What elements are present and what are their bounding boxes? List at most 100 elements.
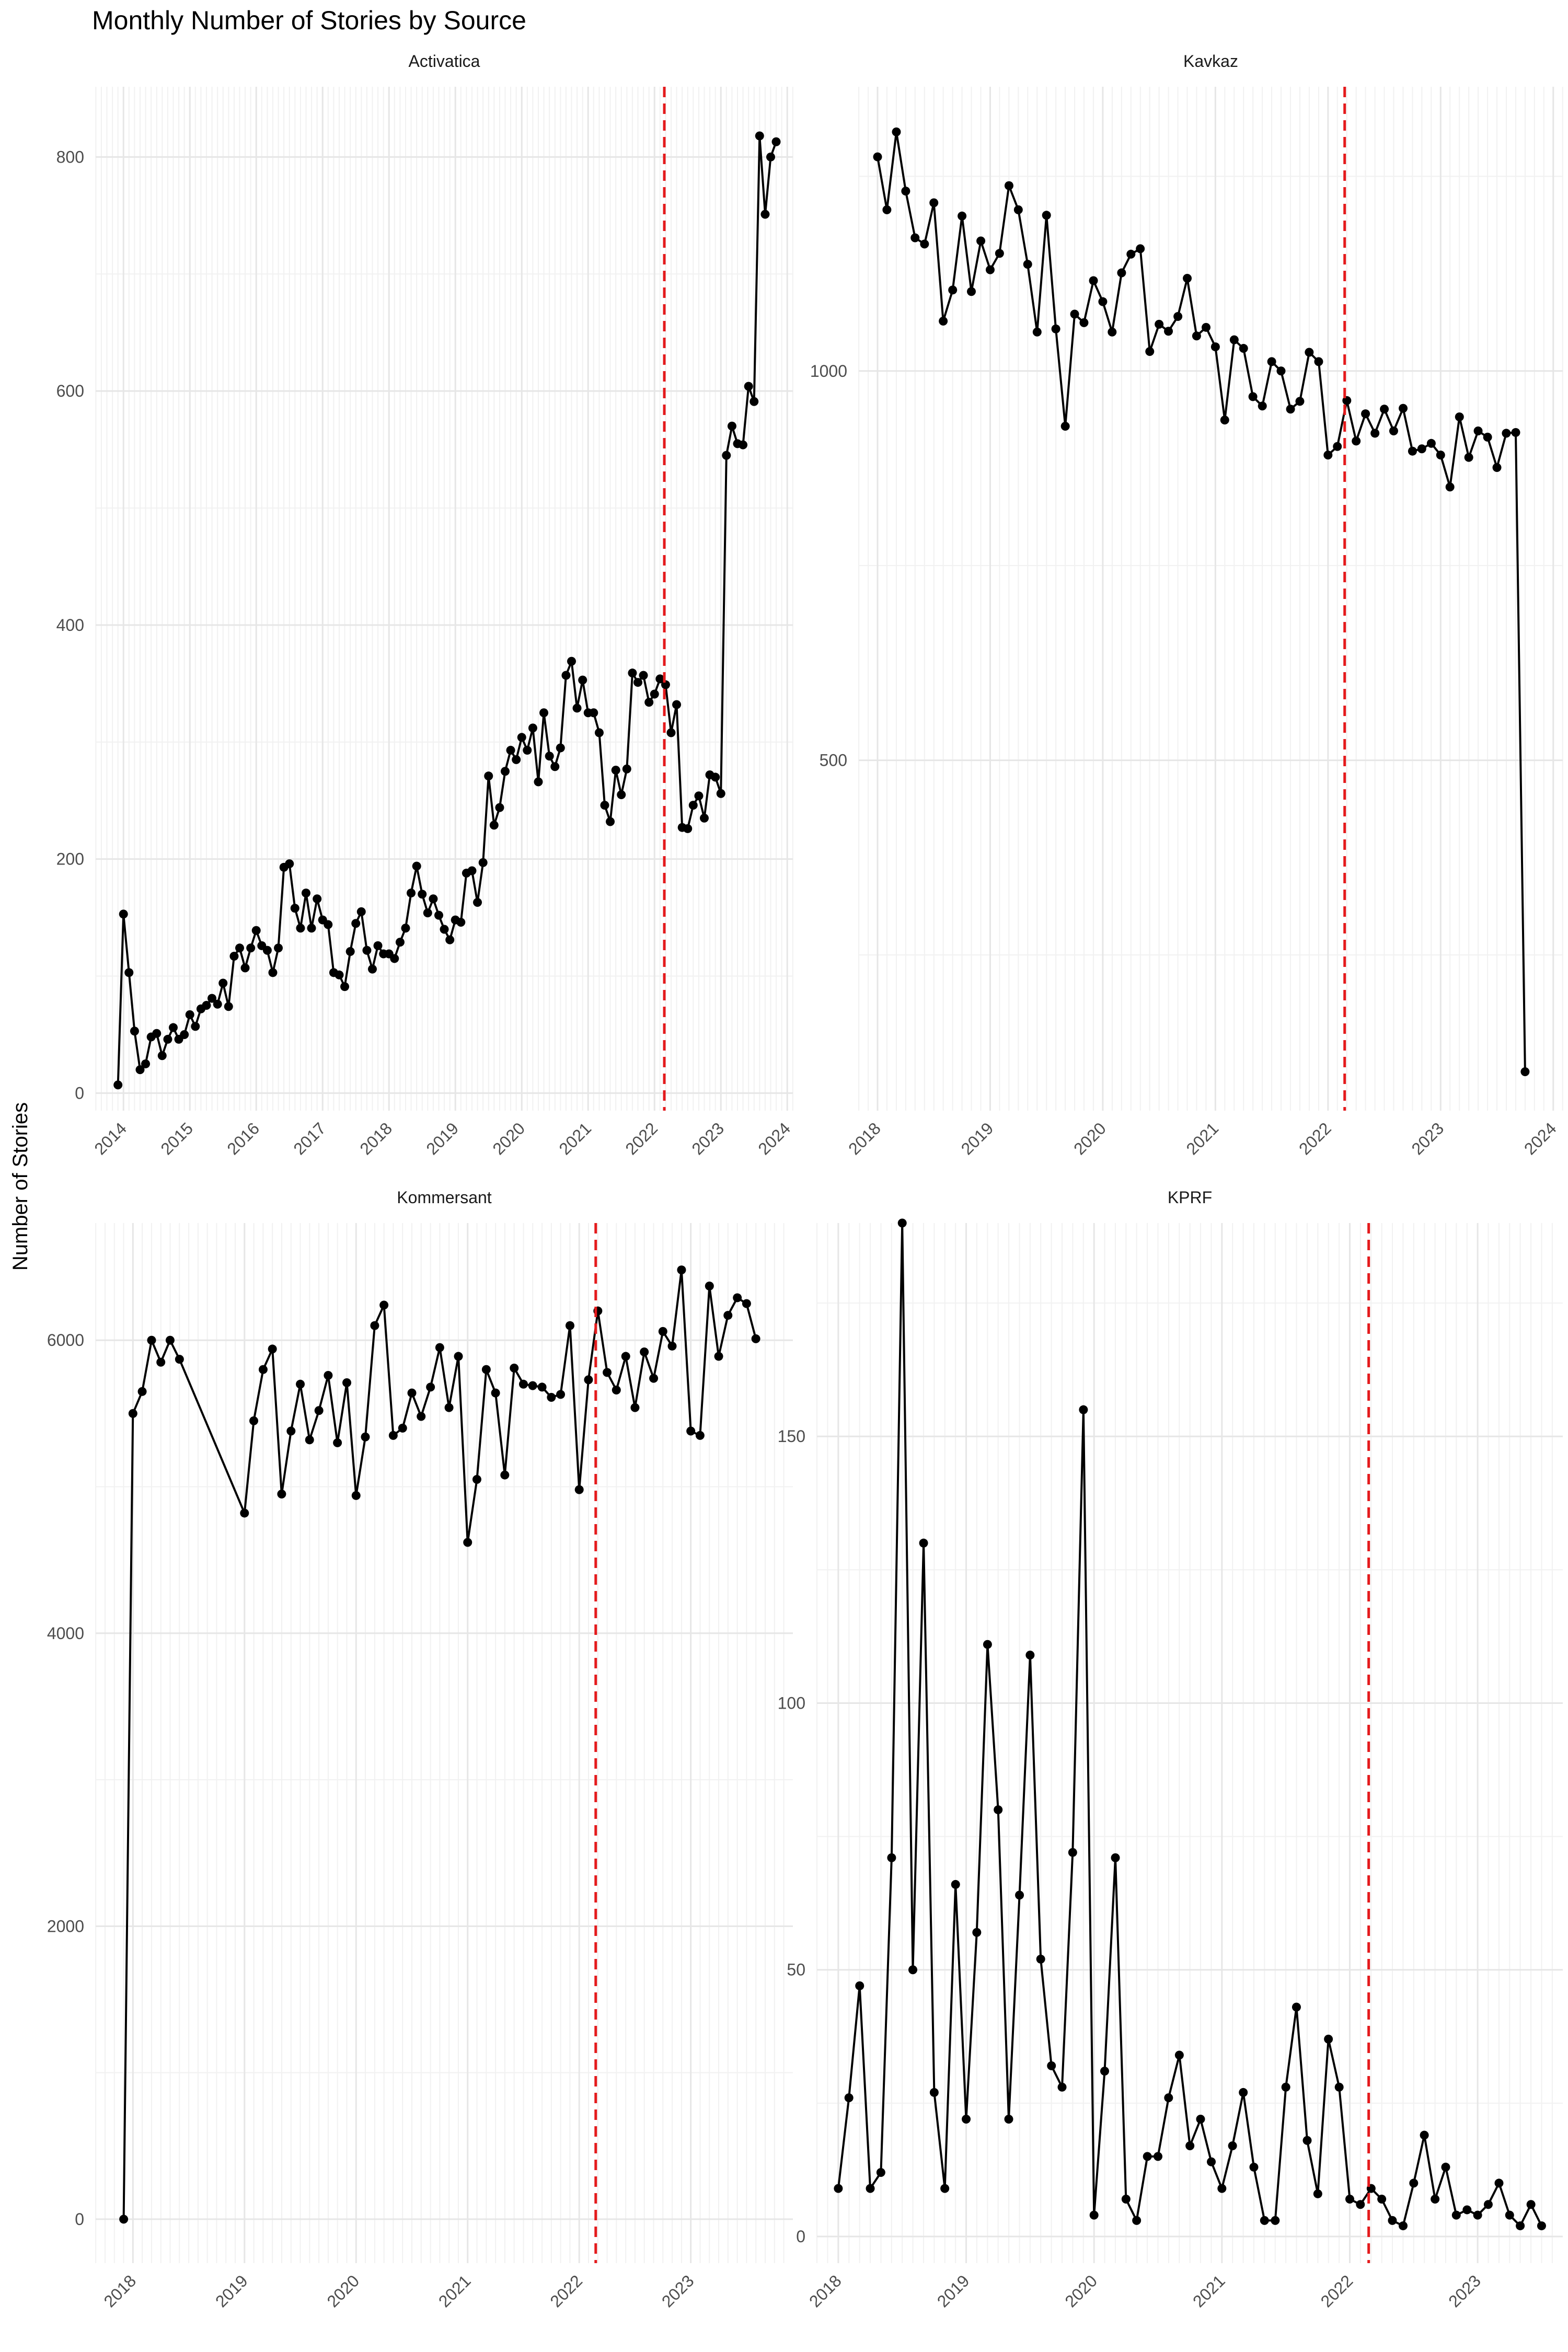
data-point [473, 897, 482, 907]
data-point [1098, 297, 1108, 306]
data-point [1292, 2002, 1301, 2012]
data-point [313, 894, 322, 904]
data-point [1441, 2162, 1450, 2172]
data-point [456, 918, 466, 927]
data-point [594, 728, 604, 737]
data-point [429, 894, 438, 904]
data-point [589, 708, 598, 718]
data-point [1015, 1890, 1024, 1900]
data-point [556, 1390, 566, 1399]
data-point [919, 1538, 928, 1548]
data-point [407, 889, 416, 898]
data-point [572, 704, 582, 713]
data-point [606, 817, 615, 826]
data-point [246, 943, 256, 953]
data-point [202, 1001, 211, 1010]
data-point [621, 1352, 630, 1361]
data-point [361, 1432, 370, 1442]
data-point [1042, 211, 1051, 220]
data-point [251, 926, 261, 935]
data-point [356, 907, 366, 916]
data-point [491, 1388, 500, 1398]
data-point [407, 1388, 417, 1398]
data-point [1313, 2189, 1322, 2198]
data-point [658, 1327, 667, 1336]
data-point [351, 919, 361, 928]
data-point [1239, 344, 1248, 353]
data-point [649, 1374, 659, 1383]
data-point [185, 1010, 194, 1019]
y-tick-label: 0 [796, 2227, 805, 2246]
data-point [1314, 357, 1323, 366]
data-point [484, 771, 493, 781]
data-point [1281, 2082, 1290, 2092]
data-point [218, 978, 228, 988]
data-point [1155, 319, 1164, 329]
data-point [1399, 403, 1408, 413]
data-point [1492, 463, 1502, 472]
data-point [908, 1965, 918, 1975]
y-tick-label: 500 [820, 751, 847, 770]
data-point [1334, 2082, 1344, 2092]
data-point [1333, 442, 1342, 451]
data-point [951, 1880, 960, 1889]
data-point [920, 239, 929, 249]
data-point [688, 801, 698, 810]
data-point [324, 1370, 333, 1380]
data-point [550, 762, 560, 771]
data-point [1051, 324, 1060, 333]
data-point [435, 1343, 444, 1352]
data-point [1356, 2200, 1365, 2209]
data-point [1502, 429, 1511, 438]
data-point [567, 656, 576, 666]
data-point [528, 1381, 537, 1390]
data-point [1271, 2216, 1280, 2225]
data-point [351, 1491, 361, 1500]
data-point [1183, 273, 1192, 283]
data-point [705, 1282, 714, 1291]
data-point [1505, 2210, 1514, 2220]
data-point [1185, 2141, 1195, 2150]
data-point [333, 1438, 342, 1447]
data-point [388, 1431, 398, 1440]
data-point [489, 821, 499, 830]
data-point [966, 287, 976, 296]
data-point [722, 451, 731, 460]
data-point [390, 954, 399, 963]
panel-title: Kommersant [397, 1188, 492, 1207]
data-point [887, 1853, 896, 1862]
data-point [168, 1023, 178, 1032]
data-point [296, 1379, 305, 1389]
data-point [510, 1363, 519, 1373]
data-point [683, 824, 693, 833]
data-point [1409, 2178, 1419, 2188]
data-point [600, 801, 609, 810]
data-point [1089, 276, 1098, 285]
data-point [995, 249, 1004, 258]
data-point [1295, 397, 1305, 406]
data-point [983, 1640, 992, 1649]
data-point [156, 1357, 166, 1367]
y-tick-label: 50 [787, 1961, 805, 1979]
data-point [258, 1365, 268, 1374]
data-point [224, 1002, 233, 1011]
data-point [1377, 2195, 1387, 2204]
data-point [866, 2184, 875, 2193]
data-point [1047, 2061, 1056, 2070]
data-point [165, 1335, 175, 1345]
data-point [175, 1355, 184, 1364]
data-point [268, 1344, 277, 1354]
data-point [972, 1928, 982, 1937]
data-point [1117, 268, 1126, 278]
data-point [1126, 249, 1136, 259]
data-point [744, 382, 753, 391]
data-point [1286, 405, 1295, 414]
data-point [1249, 2162, 1259, 2172]
data-point [1111, 1853, 1120, 1862]
data-point [345, 947, 355, 956]
data-point [277, 1490, 286, 1499]
data-point [1174, 2050, 1184, 2060]
data-point [444, 1403, 454, 1412]
data-point [426, 1382, 435, 1392]
data-point [1420, 2130, 1429, 2140]
